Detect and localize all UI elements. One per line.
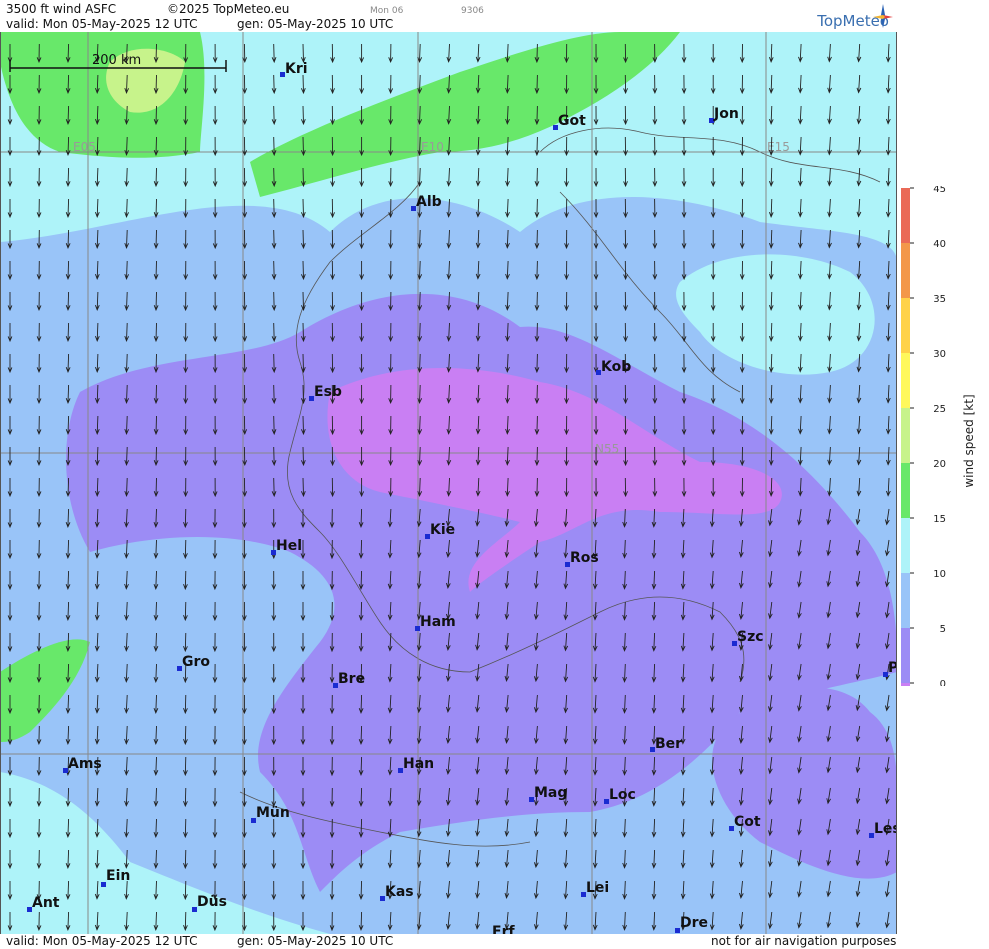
footer-disclaimer: not for air navigation purposes bbox=[711, 934, 897, 948]
city-esb: Esb bbox=[314, 384, 342, 400]
legend-tick-label: 10 bbox=[933, 569, 946, 580]
legend-color-bar bbox=[901, 188, 910, 243]
city-lei: Lei bbox=[586, 880, 609, 896]
day-code: Mon 06 bbox=[370, 6, 404, 16]
legend-tick-label: 35 bbox=[933, 294, 946, 305]
footer-generated-time: gen: 05-May-2025 10 UTC bbox=[237, 934, 394, 948]
grid-label-e05: E05 bbox=[73, 140, 96, 154]
grid-label-n55: N55 bbox=[595, 442, 619, 456]
valid-time: valid: Mon 05-May-2025 12 UTC bbox=[6, 17, 198, 31]
city-les: Les bbox=[874, 821, 897, 837]
city-erf: Erf bbox=[492, 924, 515, 934]
scale-bar-label: 200 km bbox=[92, 53, 141, 68]
legend-tick-label: 30 bbox=[933, 349, 946, 360]
city-kri: Kri bbox=[285, 61, 308, 77]
city-han: Han bbox=[403, 756, 434, 772]
city-gro: Gro bbox=[182, 654, 210, 670]
legend-tick-label: 5 bbox=[940, 624, 946, 635]
city-ein: Ein bbox=[106, 868, 130, 884]
wind-map: E05 E10 E15 N55 200 km Kri Got Jon Alb K… bbox=[0, 32, 897, 934]
city-mag: Mag bbox=[534, 785, 567, 801]
footer-valid-time: valid: Mon 05-May-2025 12 UTC bbox=[6, 934, 198, 948]
legend-color-bar bbox=[901, 628, 910, 683]
generated-time: gen: 05-May-2025 10 UTC bbox=[237, 17, 394, 31]
legend-tick-label: 45 bbox=[933, 186, 946, 195]
legend-title: wind speed [kt] bbox=[962, 394, 976, 487]
city-mun: Mün bbox=[256, 805, 290, 821]
city-kob: Kob bbox=[601, 359, 631, 375]
legend-tick-label: 40 bbox=[933, 239, 946, 250]
city-ham: Ham bbox=[420, 614, 456, 630]
legend-tick-label: 20 bbox=[933, 459, 946, 470]
city-kie: Kie bbox=[430, 522, 455, 538]
legend-color-bar bbox=[901, 463, 910, 518]
city-dre: Dre bbox=[680, 915, 708, 931]
legend-tick-label: 25 bbox=[933, 404, 946, 415]
legend-tick-label: 15 bbox=[933, 514, 946, 525]
legend-color-bars bbox=[901, 188, 910, 686]
city-jon: Jon bbox=[713, 106, 739, 122]
legend: 45 40 35 30 25 20 15 10 5 0 wind speed [kt] bbox=[901, 186, 976, 686]
small-code: 9306 bbox=[461, 6, 484, 16]
city-cot: Cot bbox=[734, 814, 761, 830]
legend-ticks: 45 40 35 30 25 20 15 10 5 0 bbox=[910, 186, 946, 686]
city-ros: Ros bbox=[570, 550, 599, 566]
legend-color-bar bbox=[901, 573, 910, 628]
city-szc: Szc bbox=[737, 629, 764, 645]
compass-logo-icon bbox=[873, 4, 893, 28]
product-title: 3500 ft wind ASFC bbox=[6, 2, 117, 16]
legend-color-bar bbox=[901, 518, 910, 573]
grid-label-e10: E10 bbox=[421, 140, 444, 154]
legend-tick-label: 0 bbox=[940, 679, 946, 686]
city-loc: Loc bbox=[609, 787, 636, 803]
city-alb: Alb bbox=[416, 194, 442, 210]
city-p: P bbox=[888, 660, 897, 676]
copyright: ©2025 TopMeteo.eu bbox=[167, 2, 290, 16]
legend-color-bar bbox=[901, 683, 910, 686]
map-canvas: E05 E10 E15 N55 200 km Kri Got Jon Alb K… bbox=[0, 32, 897, 934]
city-dus: Düs bbox=[197, 894, 227, 910]
legend-color-bar bbox=[901, 243, 910, 298]
legend-color-bar bbox=[901, 353, 910, 408]
city-ber: Ber bbox=[655, 736, 682, 752]
city-bre: Bre bbox=[338, 671, 365, 687]
city-hel: Hel bbox=[276, 538, 302, 554]
legend-color-bar bbox=[901, 408, 910, 463]
city-ams: Ams bbox=[68, 756, 102, 772]
city-ant: Ant bbox=[32, 895, 60, 911]
city-got: Got bbox=[558, 113, 586, 129]
legend-color-bar bbox=[901, 298, 910, 353]
city-kas: Kas bbox=[385, 884, 414, 900]
